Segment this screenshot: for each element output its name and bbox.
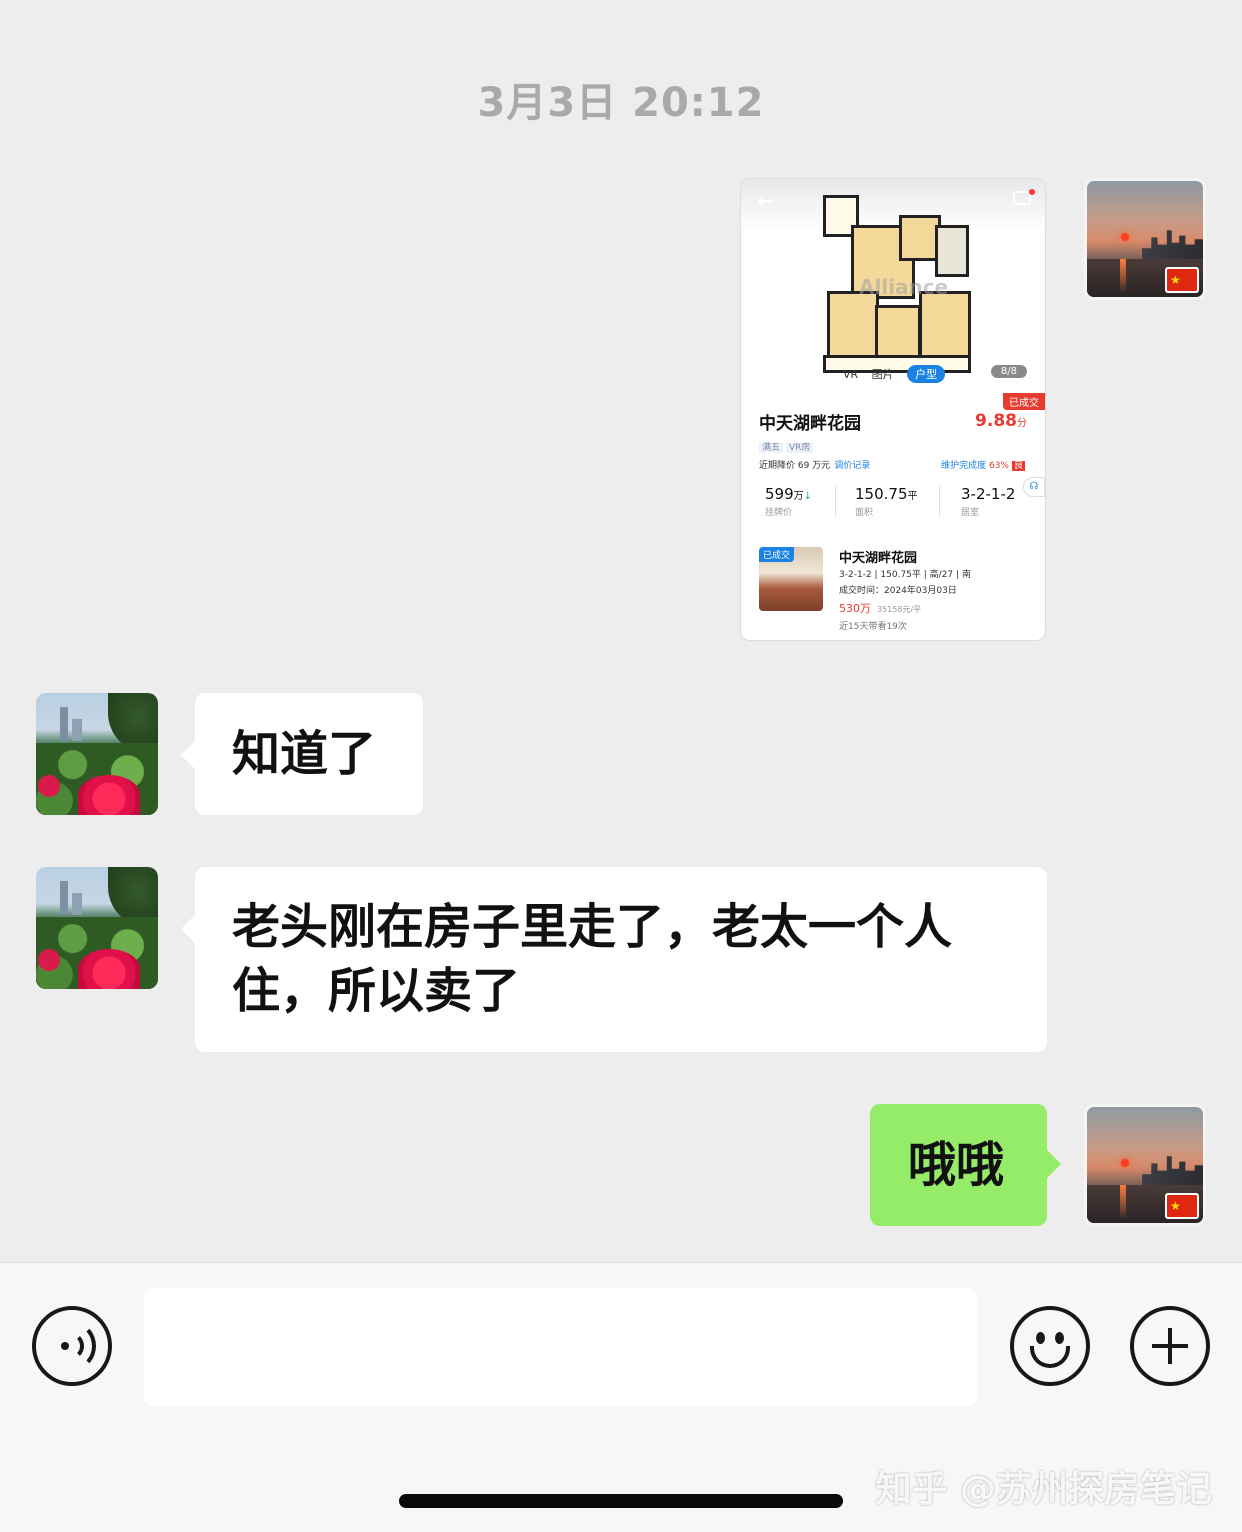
headset-icon: ☊ — [1023, 477, 1045, 497]
message-bubble-self[interactable]: 哦哦 — [870, 1104, 1061, 1226]
listing-title: 中天湖畔花园 — [759, 414, 861, 434]
avatar-tower — [72, 719, 82, 741]
tab-floorplan[interactable]: 户型 — [907, 365, 946, 383]
deal-total-price: 530万 — [839, 602, 871, 615]
listing-score: 9.88分 — [975, 411, 1027, 431]
message-text: 知道了 — [232, 726, 377, 782]
media-tabs: VR 图片 户型 — [843, 365, 955, 383]
deal-price: 530万 35158元/平 — [839, 600, 921, 616]
avatar-skyline — [1142, 1156, 1203, 1185]
avatar-flower — [78, 775, 140, 815]
image-pager: 8/8 — [990, 365, 1027, 378]
message-input[interactable] — [144, 1288, 978, 1406]
deal-visits: 近15天带看19次 — [839, 622, 907, 632]
plus-icon — [1168, 1328, 1172, 1364]
stat-unit: 平 — [907, 491, 918, 502]
deal-spec: 3-2-1-2 | 150.75平 | 高/27 | 南 — [839, 570, 971, 580]
price-drop: 近期降价 69 万元 调价记录 — [759, 458, 870, 471]
stat-unit: 万 — [793, 491, 804, 502]
deal-unit-price: 35158元/平 — [877, 605, 922, 614]
back-arrow-icon: ← — [757, 189, 776, 214]
score-value: 9.88 — [975, 411, 1017, 431]
tab-vr[interactable]: VR — [843, 368, 858, 381]
maintenance-pct: 63% — [988, 461, 1009, 471]
home-indicator[interactable] — [399, 1494, 843, 1508]
price-drop-text: 近期降价 69 万元 — [759, 461, 831, 471]
divider — [835, 485, 836, 517]
deal-title: 中天湖畔花园 — [839, 551, 918, 566]
avatar-skyline — [1142, 230, 1203, 259]
maintenance-grade: 良 — [1011, 461, 1025, 471]
plan-watermark: Alliance — [859, 275, 949, 299]
score-unit: 分 — [1017, 418, 1027, 429]
message-text: 哦哦 — [908, 1137, 1005, 1193]
emoji-button[interactable] — [1010, 1306, 1090, 1386]
more-options-button[interactable] — [1130, 1306, 1210, 1386]
maintenance-status: 维护完成度 63% 良 — [941, 458, 1025, 471]
voice-input-button[interactable] — [32, 1306, 112, 1386]
stat-rooms: 3-2-1-2 居室 — [961, 485, 1015, 518]
self-avatar[interactable]: ★ — [1084, 1104, 1206, 1226]
tag-item: 满五 — [759, 443, 784, 453]
stat-label: 面积 — [855, 508, 874, 518]
avatar-flower — [38, 775, 60, 797]
emoji-icon-eye — [1036, 1332, 1045, 1344]
deal-date: 成交时间：2024年03月03日 — [839, 586, 957, 596]
listing-tags: 满五 VR房 — [759, 440, 816, 453]
tab-photos[interactable]: 图片 — [872, 368, 894, 381]
stat-price: 599万↓ 挂牌价 — [765, 485, 812, 518]
deal-badge: 已成交 — [759, 547, 795, 562]
self-avatar[interactable]: ★ — [1084, 178, 1206, 300]
china-flag-icon: ★ — [1165, 1193, 1199, 1219]
avatar-flower — [78, 949, 140, 989]
down-arrow-icon: ↓ — [803, 491, 813, 502]
avatar-sun — [1121, 1159, 1129, 1167]
price-history-link[interactable]: 调价记录 — [834, 461, 870, 471]
avatar-tower — [60, 881, 68, 915]
china-flag-icon: ★ — [1165, 267, 1199, 293]
avatar-reflection — [1120, 1185, 1126, 1219]
sold-badge: 已成交 — [1003, 393, 1045, 410]
avatar-flower — [38, 949, 60, 971]
shared-listing-image[interactable]: ← Alliance VR 图片 户型 8/8 已成交 中天湖畔花园 9.88分… — [740, 178, 1046, 641]
stat-value: 599 — [765, 485, 794, 503]
avatar-sun — [1121, 233, 1129, 241]
plan-room — [827, 291, 879, 363]
plan-room — [935, 225, 969, 277]
message-bubble[interactable]: 知道了 — [181, 693, 423, 815]
divider — [939, 485, 940, 517]
chat-timestamp: 3月3日 20:12 — [477, 80, 765, 126]
contact-avatar[interactable] — [36, 867, 158, 989]
notification-dot — [1029, 189, 1035, 195]
source-watermark: 知乎 @苏州探房笔记 — [875, 1469, 1212, 1510]
stat-value: 3-2-1-2 — [961, 485, 1016, 503]
message-bubble[interactable]: 老头刚在房子里走了，老太一个人住，所以卖了 — [181, 867, 1047, 1052]
contact-avatar[interactable] — [36, 693, 158, 815]
stat-value: 150.75 — [855, 485, 908, 503]
avatar-tower — [72, 893, 82, 915]
avatar-reflection — [1120, 259, 1126, 293]
stat-area: 150.75平 面积 — [855, 485, 918, 518]
tag-item: VR房 — [786, 443, 814, 453]
stat-label: 挂牌价 — [765, 508, 793, 518]
voice-wave-icon — [52, 1322, 96, 1370]
emoji-icon-eye — [1055, 1332, 1064, 1344]
emoji-icon-mouth — [1030, 1346, 1070, 1368]
avatar-tower — [60, 707, 68, 741]
deal-thumbnail: 已成交 — [759, 547, 823, 611]
maintenance-label: 维护完成度 — [941, 461, 987, 471]
message-text: 老头刚在房子里走了，老太一个人住，所以卖了 — [232, 899, 953, 1019]
stat-label: 居室 — [961, 508, 980, 518]
